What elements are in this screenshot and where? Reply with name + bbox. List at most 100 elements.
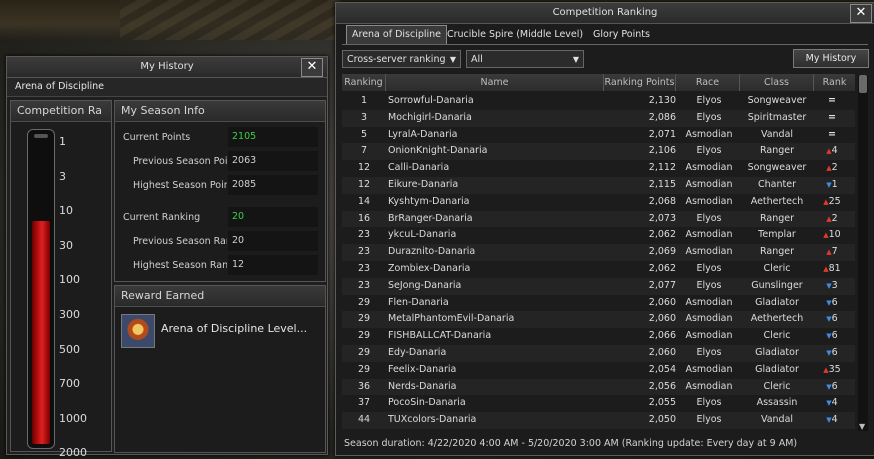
competition-rank-header: Competition Ra: [11, 101, 111, 122]
season-info-row: Previous Season Ran 20: [115, 231, 325, 253]
my-history-button[interactable]: My History: [793, 49, 869, 68]
col-class[interactable]: Class: [740, 74, 814, 91]
table-row[interactable]: 12 Calli-Danaria 2,112 Asmodian Songweaver ▲2: [342, 160, 855, 177]
rank-change-value: 2: [831, 212, 838, 224]
table-row[interactable]: 12 Eikure-Danaria 2,115 Asmodian Chanter ▼1: [342, 177, 855, 194]
table-row[interactable]: 37 PocoSin-Danaria 2,055 Elyos Assassin ▼4: [342, 395, 855, 412]
table-row[interactable]: 7 OnionKnight-Danaria 2,106 Elyos Ranger ▲4: [342, 143, 855, 160]
row-class: Aethertech: [750, 195, 804, 207]
table-row[interactable]: 23 Duraznito-Danaria 2,069 Asmodian Ranger ▲7: [342, 244, 855, 261]
row-points: 2,106: [648, 145, 676, 157]
ranking-scrollbar[interactable]: ▼: [858, 75, 868, 431]
row-rank-change: ▲7: [810, 244, 854, 261]
row-points: 2,056: [648, 380, 676, 392]
row-ranking: 14: [357, 195, 371, 207]
table-row[interactable]: 1 Sorrowful-Danaria 2,130 Elyos Songweaver =: [342, 93, 855, 110]
row-name: BrRanger-Danaria: [388, 212, 473, 224]
gauge-fill: [32, 220, 50, 444]
row-points: 2,054: [648, 363, 676, 375]
season-info-value: 20: [228, 231, 318, 251]
row-name: OnionKnight-Danaria: [388, 145, 488, 157]
row-rank-change: ▼6: [810, 328, 854, 345]
row-rank-change: ▲81: [810, 261, 854, 278]
table-row[interactable]: 29 MetalPhantomEvil-Danaria 2,060 Asmodian A…: [342, 311, 855, 328]
rank-change-value: 1: [831, 179, 838, 190]
close-icon[interactable]: ✕: [301, 58, 323, 77]
row-race: Asmodian: [685, 128, 733, 140]
row-race: Elyos: [696, 279, 722, 291]
table-row[interactable]: 44 TUXcolors-Danaria 2,050 Elyos Vandal ▼4: [342, 412, 855, 429]
ranking-title: Competition Ranking: [336, 3, 874, 24]
col-name[interactable]: Name: [386, 74, 604, 91]
row-race: Elyos: [696, 347, 722, 358]
filter-select[interactable]: All ▼: [466, 50, 584, 68]
row-race: Asmodian: [685, 330, 733, 342]
gauge-tick-label: 100: [59, 273, 80, 287]
row-class: Ranger: [759, 212, 794, 224]
rank-change-value: 10: [828, 229, 841, 241]
season-info-label: Previous Season Poir: [133, 156, 227, 167]
scope-select[interactable]: Cross-server ranking ▼: [342, 50, 461, 68]
row-ranking: 29: [357, 330, 371, 342]
my-history-title: My History: [7, 57, 327, 78]
table-row[interactable]: 23 SeJong-Danaria 2,077 Elyos Gunslinger ▼3: [342, 278, 855, 295]
competition-rank-panel: Competition Ra 1 3 10 30 100 300 500 700 1000 200…: [10, 100, 112, 459]
row-rank-change: ▼4: [810, 412, 854, 429]
row-ranking: 7: [360, 145, 368, 157]
row-points: 2,130: [648, 95, 676, 106]
season-info-value: 20: [228, 207, 318, 227]
row-rank-change: ▲10: [810, 227, 854, 244]
row-ranking: 3: [360, 111, 368, 123]
gauge-tick-label: 1000: [59, 411, 87, 425]
row-race: Elyos: [696, 263, 722, 274]
table-row[interactable]: 16 BrRanger-Danaria 2,073 Elyos Ranger ▲2: [342, 211, 855, 228]
row-race: Elyos: [696, 111, 722, 123]
reward-medal-icon[interactable]: [121, 314, 155, 348]
col-race[interactable]: Race: [676, 74, 740, 91]
scroll-down-icon[interactable]: ▼: [859, 422, 865, 431]
reward-text: Arena of Discipline Level...: [161, 322, 308, 335]
table-row[interactable]: 23 Zombiex-Danaria 2,062 Elyos Cleric ▲81: [342, 261, 855, 278]
row-points: 2,050: [648, 414, 676, 426]
table-row[interactable]: 29 Edy-Danaria 2,060 Elyos Gladiator ▼6: [342, 345, 855, 362]
row-class: Ranger: [759, 145, 794, 157]
row-ranking: 29: [357, 296, 371, 308]
gauge-tick-label: 700: [59, 377, 80, 391]
col-rank-change[interactable]: Rank: [814, 74, 855, 91]
tab-arena-of-discipline[interactable]: Arena of Discipline: [346, 25, 448, 45]
season-info-value: 12: [228, 255, 318, 275]
reward-header: Reward Earned: [115, 286, 325, 307]
close-icon[interactable]: ✕: [850, 4, 872, 23]
gauge-tick-label: 30: [59, 238, 73, 252]
tab-crucible-spire[interactable]: Crucible Spire (Middle Level): [442, 25, 588, 44]
table-row[interactable]: 23 ykcuL-Danaria 2,062 Asmodian Templar ▲10: [342, 227, 855, 244]
row-points: 2,060: [648, 347, 676, 358]
tab-divider: [342, 44, 868, 45]
table-row[interactable]: 14 Kyshtym-Danaria 2,068 Asmodian Aethertech…: [342, 194, 855, 211]
equal-icon: =: [828, 128, 836, 140]
table-row[interactable]: 36 Nerds-Danaria 2,056 Asmodian Cleric ▼6: [342, 379, 855, 396]
row-race: Elyos: [696, 145, 722, 157]
table-row[interactable]: 5 LyralA-Danaria 2,071 Asmodian Vandal =: [342, 127, 855, 144]
scope-select-value: Cross-server ranking: [347, 54, 446, 65]
table-row[interactable]: 29 Flen-Danaria 2,060 Asmodian Gladiator ▼6: [342, 295, 855, 312]
table-row[interactable]: 3 Mochigirl-Danaria 2,086 Elyos Spiritmaster…: [342, 110, 855, 127]
row-points: 2,073: [648, 212, 676, 224]
chevron-down-icon: ▼: [449, 55, 456, 64]
row-name: Calli-Danaria: [388, 162, 450, 174]
table-row[interactable]: 29 Feelix-Danaria 2,054 Asmodian Gladiator ▲3…: [342, 362, 855, 379]
rank-change-value: 4: [831, 397, 838, 409]
row-ranking: 29: [357, 347, 371, 358]
col-ranking-points[interactable]: Ranking Points: [604, 74, 676, 91]
tab-glory-points[interactable]: Glory Points: [588, 25, 655, 44]
row-ranking: 23: [357, 229, 371, 241]
season-duration-text: Season duration: 4/22/2020 4:00 AM - 5/2…: [344, 438, 798, 449]
row-race: Asmodian: [685, 195, 733, 207]
row-race: Elyos: [696, 414, 722, 426]
col-ranking[interactable]: Ranking: [342, 74, 386, 91]
scroll-thumb[interactable]: [859, 75, 867, 93]
chevron-down-icon: ▼: [572, 55, 579, 64]
table-row[interactable]: 29 FISHBALLCAT-Danaria 2,066 Asmodian Cleric…: [342, 328, 855, 345]
row-rank-change: =: [810, 93, 854, 110]
row-class: Vandal: [760, 128, 794, 140]
